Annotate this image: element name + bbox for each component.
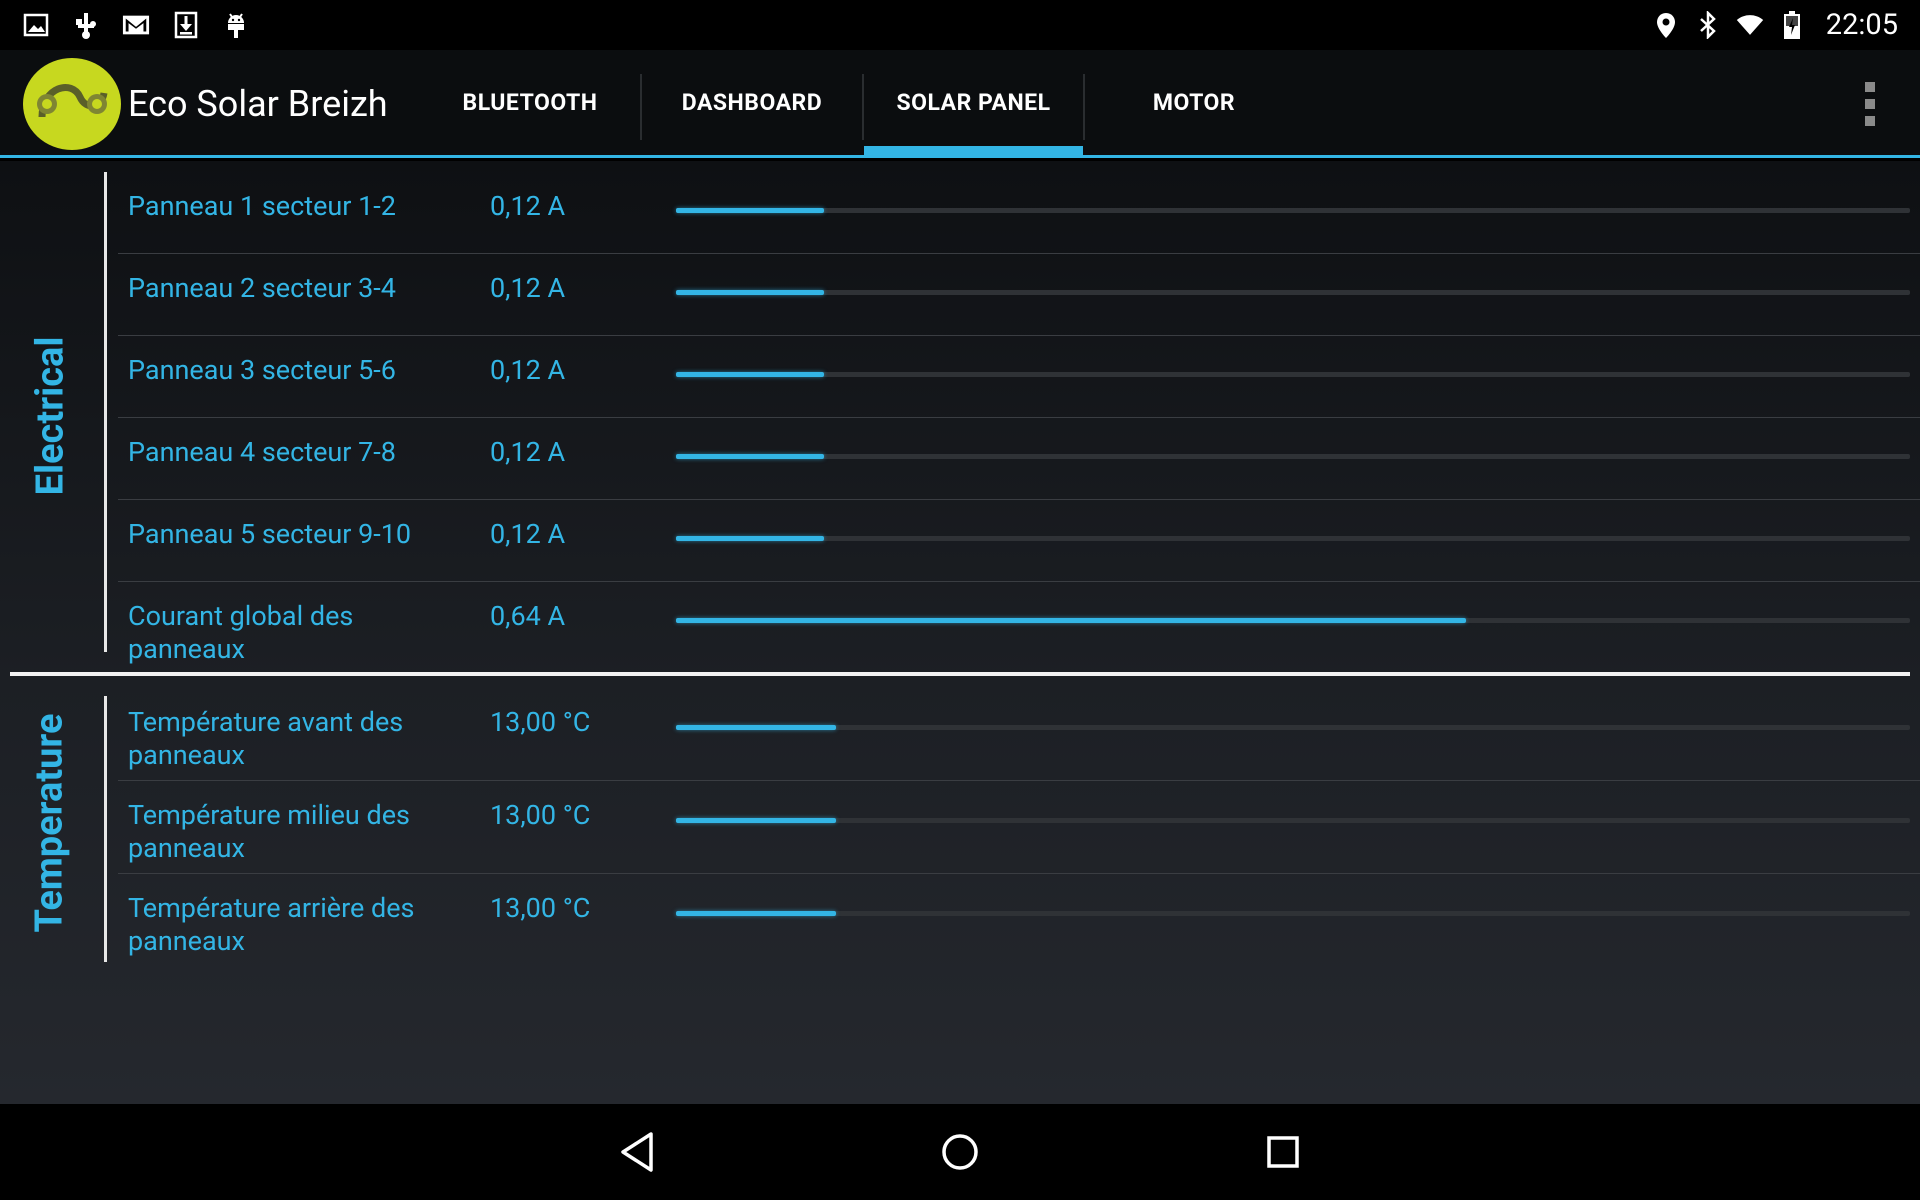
progress-track [676, 208, 1910, 213]
tab-motor[interactable]: MOTOR [1094, 50, 1294, 155]
list-item: Courant global des panneaux 0,64 A [118, 582, 1920, 665]
section-rule [104, 172, 107, 652]
progress-track [676, 290, 1910, 295]
row-label: Température avant des panneaux [128, 706, 404, 771]
app-title: Eco Solar Breizh [128, 83, 388, 125]
section-electrical: Electrical Panneau 1 secteur 1-2 0,12 A … [0, 161, 1920, 665]
tab-bluetooth[interactable]: BLUETOOTH [430, 50, 630, 155]
clock: 22:05 [1825, 8, 1898, 42]
recents-icon[interactable] [1253, 1124, 1313, 1180]
back-icon[interactable] [607, 1124, 667, 1180]
progress-track [676, 618, 1910, 623]
progress-fill [676, 372, 825, 377]
list-item: Température arrière des panneaux 13,00 °… [118, 874, 1920, 967]
progress-track [676, 911, 1910, 916]
notification-icons [22, 0, 250, 50]
image-icon [22, 11, 50, 39]
tab-label: BLUETOOTH [462, 89, 598, 116]
row-label: Température milieu des panneaux [128, 799, 410, 864]
progress-fill [676, 618, 1466, 623]
section-rule [104, 696, 107, 962]
row-value: 13,00 °C [490, 799, 591, 831]
home-icon[interactable] [930, 1124, 990, 1180]
action-bar-accent-line [0, 155, 1920, 158]
progress-track [676, 536, 1910, 541]
usb-icon [72, 11, 100, 39]
solar-panel-content: Electrical Panneau 1 secteur 1-2 0,12 A … [0, 161, 1920, 1104]
progress-fill [676, 290, 825, 295]
eco-solar-logo-icon [22, 57, 122, 151]
row-label: Panneau 1 secteur 1-2 [128, 190, 396, 222]
list-item: Panneau 5 secteur 9-10 0,12 A [118, 500, 1920, 582]
row-value: 0,12 A [490, 190, 566, 222]
progress-track [676, 372, 1910, 377]
more-vert-icon[interactable] [1860, 82, 1880, 126]
row-label: Panneau 3 secteur 5-6 [128, 354, 396, 386]
progress-track [676, 454, 1910, 459]
row-value: 0,12 A [490, 436, 566, 468]
tab-solar-panel[interactable]: SOLAR PANEL [864, 50, 1083, 155]
tab-dashboard[interactable]: DASHBOARD [651, 50, 853, 155]
row-value: 0,12 A [490, 272, 566, 304]
row-value: 0,12 A [490, 354, 566, 386]
action-bar: Eco Solar Breizh BLUETOOTH DASHBOARD SOL… [0, 50, 1920, 158]
progress-fill [676, 725, 837, 730]
row-value: 13,00 °C [490, 706, 591, 738]
row-value: 0,64 A [490, 600, 566, 632]
section-temperature: Temperature Température avant des pannea… [0, 688, 1920, 988]
status-bar: 22:05 [0, 0, 1920, 50]
progress-track [676, 725, 1910, 730]
progress-fill [676, 911, 837, 916]
progress-fill [676, 208, 825, 213]
tab-label: MOTOR [1152, 89, 1236, 116]
list-item: Panneau 1 secteur 1-2 0,12 A [118, 172, 1920, 254]
tab-label: DASHBOARD [681, 89, 823, 116]
tab-selected-indicator [864, 146, 1083, 155]
list-item: Panneau 3 secteur 5-6 0,12 A [118, 336, 1920, 418]
section-divider [10, 672, 1910, 676]
bluetooth-icon [1694, 11, 1722, 39]
list-item: Panneau 2 secteur 3-4 0,12 A [118, 254, 1920, 336]
android-debug-icon [222, 11, 250, 39]
row-label: Température arrière des panneaux [128, 892, 415, 957]
tab-separator [1083, 74, 1085, 140]
tab-label: SOLAR PANEL [896, 89, 1051, 116]
list-item: Température milieu des panneaux 13,00 °C [118, 781, 1920, 874]
location-icon [1652, 11, 1680, 39]
progress-track [676, 818, 1910, 823]
section-title: Temperature [28, 713, 72, 933]
list-item: Panneau 4 secteur 7-8 0,12 A [118, 418, 1920, 500]
row-label: Panneau 4 secteur 7-8 [128, 436, 396, 468]
gmail-icon [122, 11, 150, 39]
row-label: Panneau 5 secteur 9-10 [128, 518, 412, 550]
progress-fill [676, 454, 825, 459]
section-title: Electrical [28, 336, 72, 496]
list-item: Température avant des panneaux 13,00 °C [118, 688, 1920, 781]
download-icon [172, 11, 200, 39]
navigation-bar [0, 1104, 1920, 1200]
system-icons: 22:05 [1652, 0, 1898, 50]
progress-fill [676, 536, 825, 541]
progress-fill [676, 818, 837, 823]
tab-separator [640, 74, 642, 140]
row-label: Panneau 2 secteur 3-4 [128, 272, 396, 304]
row-label: Courant global des panneaux [128, 600, 354, 665]
battery-charging-icon [1778, 11, 1806, 39]
wifi-icon [1736, 11, 1764, 39]
row-value: 0,12 A [490, 518, 566, 550]
row-value: 13,00 °C [490, 892, 591, 924]
